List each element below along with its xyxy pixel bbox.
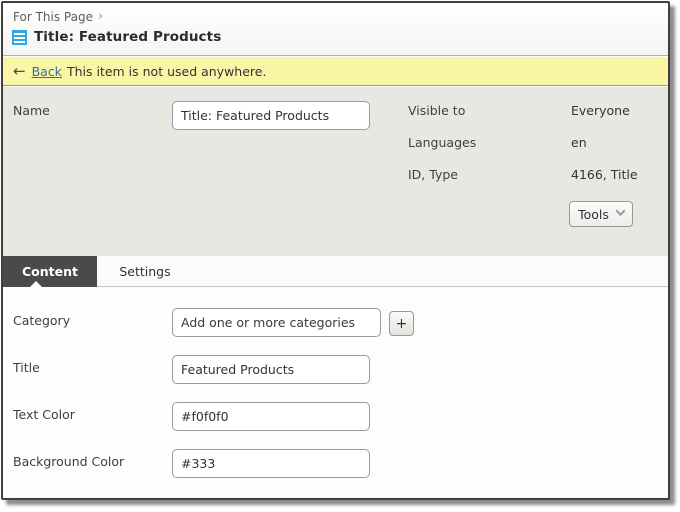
back-arrow-icon[interactable]: ←	[13, 64, 26, 79]
form-row-category: Category +	[3, 308, 668, 338]
chevron-down-icon	[615, 206, 625, 216]
visible-to-value: Everyone	[571, 103, 630, 118]
visible-to-label: Visible to	[408, 103, 465, 118]
meta-panel: Name Visible to Everyone Languages en ID…	[3, 87, 668, 256]
page-title: Title: Featured Products	[34, 29, 221, 45]
title-input[interactable]	[172, 355, 370, 384]
breadcrumb-link[interactable]: For This Page	[13, 10, 93, 24]
background-color-label: Background Color	[13, 454, 124, 469]
title-label: Title	[13, 360, 40, 375]
category-label: Category	[13, 313, 70, 328]
form-row-text-color: Text Color	[3, 402, 668, 432]
tools-button-label: Tools	[578, 207, 609, 222]
form-row-title: Title	[3, 355, 668, 385]
breadcrumb: For This Page ›	[13, 9, 103, 24]
header: For This Page › Title: Featured Products	[3, 3, 668, 56]
background-color-input[interactable]	[172, 449, 370, 478]
id-type-value: 4166, Title	[571, 167, 638, 182]
editor-window: For This Page › Title: Featured Products…	[1, 1, 670, 500]
tab-settings[interactable]: Settings	[97, 256, 193, 287]
languages-label: Languages	[408, 135, 476, 150]
add-category-button[interactable]: +	[389, 311, 414, 336]
chevron-right-icon: ›	[98, 9, 103, 24]
title-row: Title: Featured Products	[12, 29, 221, 45]
notice-message: This item is not used anywhere.	[67, 64, 267, 79]
block-list-icon	[12, 30, 27, 45]
notice-bar: ← Back This item is not used anywhere.	[3, 57, 668, 86]
category-input[interactable]	[172, 308, 381, 337]
name-input[interactable]	[172, 101, 370, 130]
name-label: Name	[13, 103, 50, 118]
id-type-label: ID, Type	[408, 167, 458, 182]
tools-button[interactable]: Tools	[569, 201, 633, 227]
text-color-input[interactable]	[172, 402, 370, 431]
tab-content[interactable]: Content	[3, 256, 97, 287]
tab-bar: Content Settings	[3, 256, 668, 287]
form-row-background-color: Background Color	[3, 449, 668, 479]
content-form: Category + Title Text Color Background C…	[3, 288, 668, 498]
languages-value: en	[571, 135, 587, 150]
text-color-label: Text Color	[13, 407, 75, 422]
back-link[interactable]: Back	[32, 64, 62, 79]
